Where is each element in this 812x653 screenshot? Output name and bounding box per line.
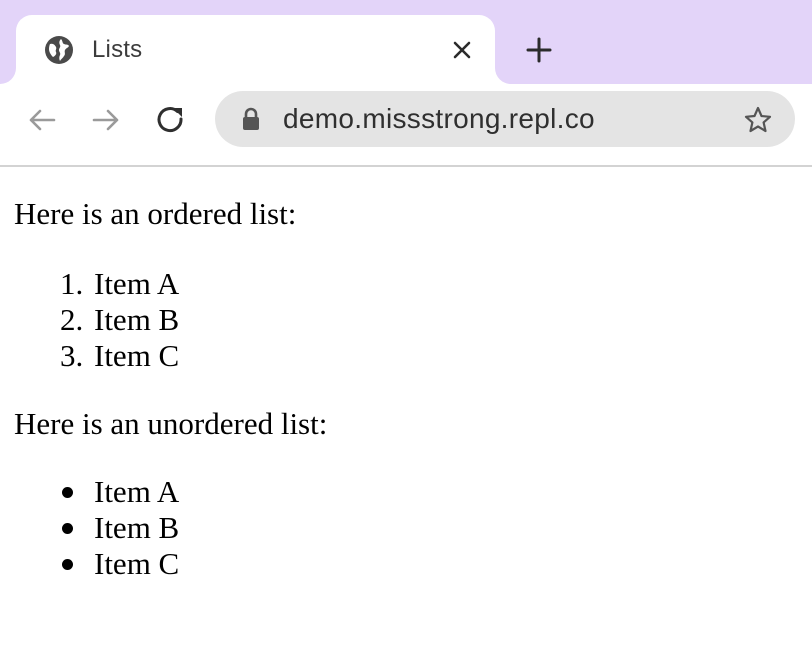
- list-item: Item B: [62, 510, 180, 546]
- close-icon[interactable]: [448, 36, 476, 64]
- list-item-label: Item C: [94, 546, 180, 581]
- list-item: Item A: [62, 474, 180, 510]
- list-item: Item C: [62, 546, 180, 582]
- lock-icon[interactable]: [240, 106, 262, 132]
- plus-icon[interactable]: [524, 35, 554, 65]
- tab-lists[interactable]: Lists: [16, 15, 495, 84]
- list-item: 1. Item A: [60, 266, 180, 302]
- arrow-right-icon[interactable]: [88, 102, 124, 138]
- list-marker: 2.: [60, 302, 84, 337]
- list-item: 2. Item B: [60, 302, 180, 338]
- tab-strip: Lists: [0, 0, 812, 84]
- url-text[interactable]: demo.missstrong.repl.co: [283, 103, 595, 135]
- address-bar[interactable]: demo.missstrong.repl.co: [215, 91, 795, 147]
- page-content: Here is an ordered list: 1. Item A 2. It…: [0, 167, 812, 653]
- bullet-icon: [62, 487, 73, 498]
- unordered-list-intro: Here is an unordered list:: [14, 406, 328, 441]
- browser-toolbar: demo.missstrong.repl.co: [0, 84, 812, 167]
- ordered-list: 1. Item A 2. Item B 3. Item C: [60, 266, 180, 374]
- unordered-list: Item A Item B Item C: [62, 474, 180, 582]
- globe-icon: [45, 36, 73, 64]
- list-item-label: Item B: [94, 302, 180, 337]
- list-marker: 3.: [60, 338, 84, 373]
- star-icon[interactable]: [743, 105, 773, 135]
- list-item: 3. Item C: [60, 338, 180, 374]
- bullet-icon: [62, 559, 73, 570]
- arrow-left-icon[interactable]: [24, 102, 60, 138]
- ordered-list-intro: Here is an ordered list:: [14, 196, 297, 231]
- list-item-label: Item B: [94, 510, 180, 545]
- tab-title: Lists: [92, 36, 143, 63]
- list-item-label: Item A: [94, 266, 180, 301]
- reload-icon[interactable]: [153, 102, 189, 138]
- bullet-icon: [62, 523, 73, 534]
- list-item-label: Item A: [94, 474, 180, 509]
- list-marker: 1.: [60, 266, 84, 301]
- list-item-label: Item C: [94, 338, 180, 373]
